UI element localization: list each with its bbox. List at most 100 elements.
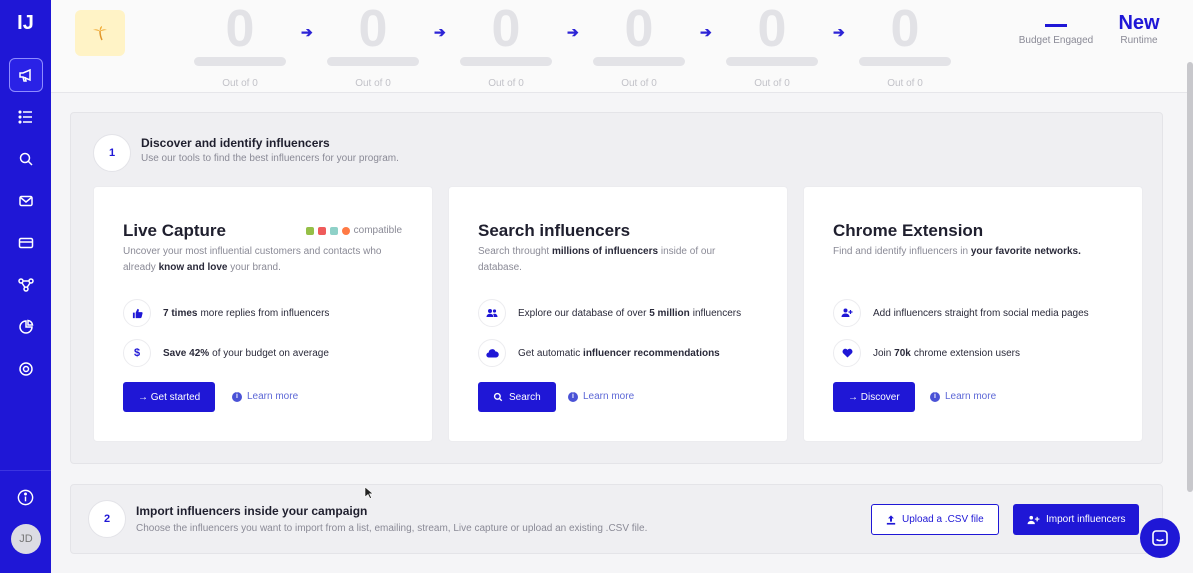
feature-bold: 70k (894, 347, 911, 359)
info-icon: i (930, 391, 940, 402)
compatibility-badges: compatible (305, 225, 402, 236)
nav-lists[interactable] (9, 100, 43, 134)
feature-bold: 7 times (163, 307, 198, 319)
card-title: Chrome Extension (833, 221, 984, 240)
nav-mail[interactable] (9, 184, 43, 218)
step-subtitle: Choose the influencers you want to impor… (136, 523, 648, 534)
stage-value: 0 (624, 0, 654, 58)
nav-analytics[interactable] (9, 310, 43, 344)
thumbs-up-icon (123, 299, 151, 327)
feature-row: 7 times more replies from influencers (123, 299, 329, 327)
import-influencers-button[interactable]: Import influencers (1013, 504, 1140, 535)
palm-tree-icon (93, 26, 107, 41)
upload-csv-label: Upload a .CSV file (902, 514, 984, 525)
feature-row: Join 70k chrome extension users (833, 339, 1020, 367)
funnel-stage: 0 Out of 0 (185, 0, 295, 89)
workflow-icon (17, 278, 34, 292)
funnel-stage: 0 Out of 0 (850, 0, 960, 89)
feature-bold: influencer recommendations (583, 347, 720, 359)
funnel-stage: 0 Out of 0 (584, 0, 694, 89)
upload-csv-button[interactable]: Upload a .CSV file (871, 504, 999, 535)
info-icon: i (232, 391, 242, 402)
avatar[interactable]: JD (11, 524, 41, 554)
feature-row: $ Save 42% of your budget on average (123, 339, 329, 367)
nav-search[interactable] (9, 142, 43, 176)
feature-row: Get automatic influencer recommendations (478, 339, 723, 367)
card-icon (18, 237, 33, 249)
nav-campaigns[interactable] (8, 58, 43, 92)
chat-widget-button[interactable] (1140, 518, 1180, 558)
step-import-panel: 2 Import influencers inside your campaig… (70, 484, 1163, 554)
desc-text: your brand. (227, 262, 281, 273)
desc-text: Find and identify influencers in (833, 246, 971, 257)
learn-more-link[interactable]: i Learn more (568, 391, 634, 402)
mail-icon (18, 195, 33, 207)
feature-text: of your budget on average (212, 347, 329, 359)
card-search-influencers: Search influencers Search throught milli… (448, 186, 788, 442)
runtime: New Runtime (1109, 12, 1169, 46)
feature-text: more replies from influencers (200, 307, 330, 319)
arrow-right-icon: ➔ (301, 24, 313, 40)
hubspot-icon (341, 226, 350, 235)
card-description: Find and identify influencers in your fa… (833, 244, 1123, 260)
add-users-icon (1027, 515, 1040, 524)
feature-bold: 5 million (649, 307, 690, 319)
nav-payments[interactable] (9, 226, 43, 260)
step-number: 2 (88, 500, 126, 538)
store-icon (317, 226, 326, 235)
feature-text: Explore our database of over (518, 307, 647, 319)
info-icon[interactable] (16, 488, 35, 507)
discover-button[interactable]: → Discover (833, 382, 915, 412)
card-description: Search throught millions of influencers … (478, 244, 738, 276)
stage-progress (327, 57, 419, 66)
compatible-label: compatible (353, 225, 402, 236)
feature-text: Add influencers straight from social med… (873, 307, 1089, 319)
page-scrollbar[interactable] (1187, 62, 1193, 492)
learn-more-label: Learn more (945, 391, 997, 402)
stage-value: 0 (890, 0, 920, 58)
arrow-right-icon: ➔ (833, 24, 845, 40)
nav-support[interactable] (9, 352, 43, 386)
add-user-icon (833, 299, 861, 327)
app-logo[interactable]: IJ (13, 10, 39, 36)
learn-more-label: Learn more (583, 391, 635, 402)
stage-label: Out of 0 (621, 78, 657, 89)
arrow-right-icon: ➔ (700, 24, 712, 40)
step-number: 1 (93, 134, 131, 172)
desc-bold: millions of influencers (551, 246, 659, 257)
card-title: Live Capture (123, 221, 226, 240)
stage-label: Out of 0 (887, 78, 923, 89)
upload-icon (886, 514, 896, 525)
feature-row: Explore our database of over 5 million in… (478, 299, 741, 327)
learn-more-link[interactable]: i Learn more (930, 391, 996, 402)
feature-bold: Save 42% (163, 347, 210, 359)
feature-text: chrome extension users (913, 347, 1020, 359)
stage-label: Out of 0 (222, 78, 258, 89)
step-title: Discover and identify influencers (141, 136, 330, 150)
stage-value: 0 (491, 0, 521, 58)
stage-progress (859, 57, 951, 66)
shopify-icon (305, 226, 314, 235)
stage-value: 0 (757, 0, 787, 58)
runtime-value: New (1118, 12, 1160, 34)
funnel-stage: 0 Out of 0 (451, 0, 561, 89)
chat-icon (1152, 530, 1168, 546)
search-button[interactable]: Search (478, 382, 556, 412)
feature-row: Add influencers straight from social med… (833, 299, 1089, 327)
campaign-avatar[interactable] (75, 10, 125, 56)
card-title: Search influencers (478, 221, 631, 240)
search-icon (19, 152, 33, 166)
get-started-button[interactable]: → Get started (123, 382, 216, 412)
step-discover-panel: 1 Discover and identify influencers Use … (70, 112, 1163, 464)
analytics-icon (18, 319, 33, 334)
learn-more-link[interactable]: i Learn more (232, 391, 298, 402)
sidebar: IJ JD (0, 0, 51, 573)
learn-more-label: Learn more (247, 391, 299, 402)
platform-icon (329, 226, 338, 235)
card-description: Uncover your most influential customers … (123, 244, 413, 276)
support-icon (18, 362, 33, 376)
stage-value: 0 (358, 0, 388, 58)
stage-progress (194, 57, 286, 66)
megaphone-icon (18, 68, 31, 82)
nav-workflows[interactable] (9, 268, 43, 302)
